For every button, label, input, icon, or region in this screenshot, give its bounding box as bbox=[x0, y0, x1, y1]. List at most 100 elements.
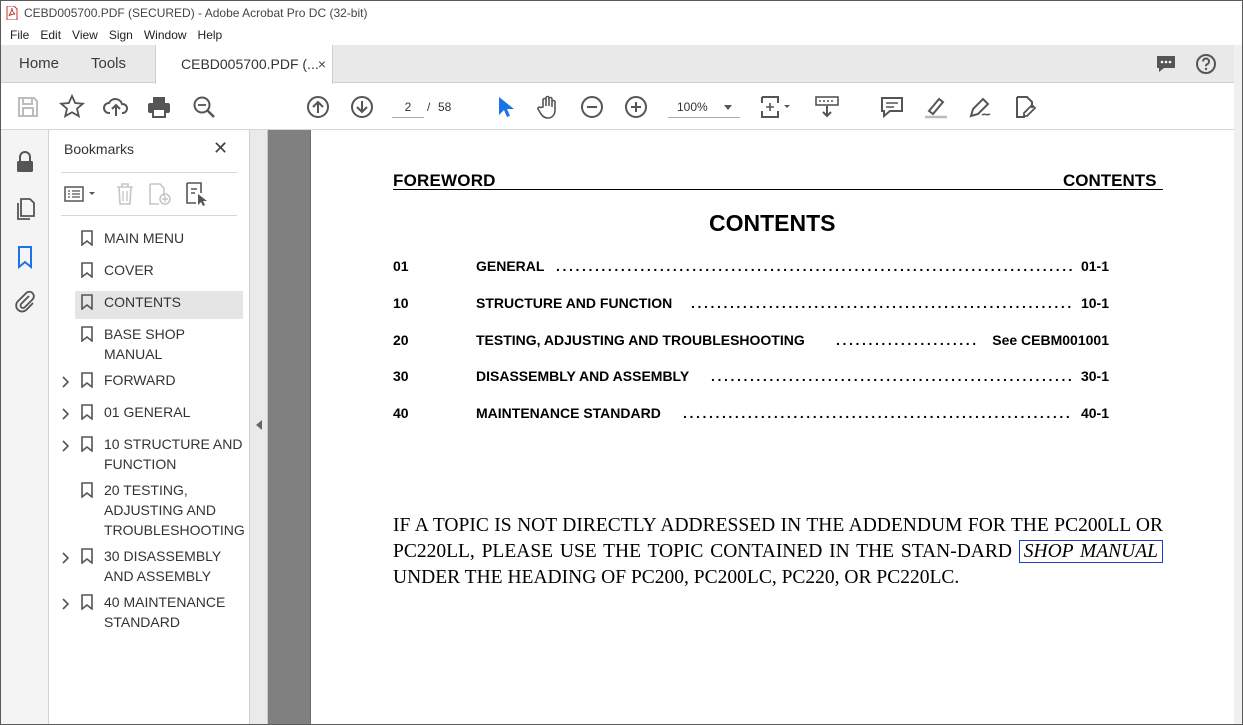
menu-window[interactable]: Window bbox=[144, 28, 187, 42]
find-bookmark-icon[interactable] bbox=[184, 181, 210, 212]
toc-number: 10 bbox=[393, 295, 409, 311]
new-bookmark-icon[interactable] bbox=[147, 182, 173, 211]
chevron-down-icon bbox=[724, 105, 732, 110]
tab-document[interactable]: CEBD005700.PDF (... × bbox=[155, 45, 333, 84]
help-icon[interactable] bbox=[1195, 53, 1217, 75]
toc-leader: ........................................… bbox=[683, 405, 1073, 421]
bookmark-label: 40 MAINTENANCE STANDARD bbox=[104, 594, 226, 630]
scrolling-mode-icon[interactable] bbox=[814, 94, 840, 120]
toc-page: 40-1 bbox=[1080, 405, 1109, 421]
toc-row[interactable]: 10 STRUCTURE AND FUNCTION ..............… bbox=[393, 295, 1109, 315]
bookmark-label: FORWARD bbox=[104, 372, 176, 388]
close-panel-icon[interactable]: ✕ bbox=[213, 138, 228, 159]
menu-edit[interactable]: Edit bbox=[40, 28, 61, 42]
menu-view[interactable]: View bbox=[72, 28, 98, 42]
toc-title: STRUCTURE AND FUNCTION bbox=[476, 295, 673, 311]
fit-page-icon[interactable] bbox=[759, 94, 795, 120]
menu-help[interactable]: Help bbox=[198, 28, 223, 42]
zoom-in-icon[interactable] bbox=[623, 94, 649, 120]
bookmark-icon bbox=[81, 482, 93, 499]
bookmark-label: 20 TESTING, ADJUSTING AND TROUBLESHOOTIN… bbox=[104, 482, 245, 538]
menu-file[interactable]: File bbox=[10, 28, 29, 42]
bookmark-icon bbox=[81, 372, 93, 389]
toc-number: 20 bbox=[393, 332, 409, 348]
zoom-search-icon[interactable] bbox=[191, 94, 217, 120]
tab-home[interactable]: Home bbox=[19, 45, 59, 83]
attachment-icon[interactable] bbox=[13, 290, 37, 314]
document-background bbox=[268, 130, 310, 724]
menu-sign[interactable]: Sign bbox=[109, 28, 133, 42]
chevron-right-icon[interactable] bbox=[61, 597, 71, 610]
toc-page: 10-1 bbox=[1080, 295, 1109, 311]
page-header-left: FOREWORD bbox=[393, 171, 496, 190]
highlighter-icon[interactable] bbox=[923, 94, 949, 120]
collapse-panel-icon[interactable] bbox=[256, 420, 262, 430]
comment-bubble-icon[interactable] bbox=[1155, 53, 1177, 75]
page-header-right: CONTENTS bbox=[1063, 171, 1157, 190]
add-comment-icon[interactable] bbox=[879, 94, 905, 120]
bookmark-icon bbox=[81, 594, 93, 611]
left-navigation-rail bbox=[1, 130, 49, 724]
window-title: CEBD005700.PDF (SECURED) - Adobe Acrobat… bbox=[24, 6, 368, 20]
toc-page: 30-1 bbox=[1080, 368, 1109, 384]
pdf-page: FOREWORD CONTENTS CONTENTS 01 GENERAL ..… bbox=[310, 130, 1242, 724]
chevron-right-icon[interactable] bbox=[61, 375, 71, 388]
toc-row[interactable]: 01 GENERAL .............................… bbox=[393, 258, 1109, 278]
right-edge-scrollbar[interactable] bbox=[1234, 45, 1242, 724]
options-menu-icon[interactable] bbox=[64, 184, 98, 209]
bookmark-icon bbox=[81, 436, 93, 453]
bookmark-icon bbox=[81, 404, 93, 421]
acrobat-window: CEBD005700.PDF (SECURED) - Adobe Acrobat… bbox=[0, 0, 1243, 725]
lock-icon[interactable] bbox=[13, 150, 37, 174]
toc-leader: ........................................… bbox=[556, 258, 1073, 274]
bookmark-label: BASE SHOP MANUAL bbox=[104, 326, 185, 362]
draw-pen-icon[interactable] bbox=[967, 94, 993, 120]
star-icon[interactable] bbox=[59, 93, 85, 120]
hand-tool-icon[interactable] bbox=[535, 94, 561, 120]
page-number-input[interactable]: 2 bbox=[392, 96, 424, 118]
zoom-level-value: 100% bbox=[677, 100, 708, 114]
chevron-right-icon[interactable] bbox=[61, 439, 71, 452]
toc-row[interactable]: 40 MAINTENANCE STANDARD ................… bbox=[393, 405, 1109, 425]
cloud-upload-icon[interactable] bbox=[103, 94, 129, 120]
bookmark-label: 30 DISASSEMBLY AND ASSEMBLY bbox=[104, 548, 221, 584]
page-separator: / bbox=[427, 100, 431, 114]
bookmark-panel-icon[interactable] bbox=[13, 245, 37, 270]
panel-splitter[interactable] bbox=[250, 130, 268, 724]
toc-title: GENERAL bbox=[476, 258, 545, 274]
main-toolbar: 2 / 58 100% bbox=[1, 84, 1242, 130]
toc-title: MAINTENANCE STANDARD bbox=[476, 405, 661, 421]
shop-manual-link[interactable]: SHOP MANUAL bbox=[1018, 540, 1163, 563]
toc-row[interactable]: 20 TESTING, ADJUSTING AND TROUBLESHOOTIN… bbox=[393, 332, 1109, 352]
zoom-level-select[interactable]: 100% bbox=[668, 96, 740, 118]
select-cursor-icon[interactable] bbox=[492, 94, 518, 120]
zoom-out-icon[interactable] bbox=[579, 94, 605, 120]
bookmark-icon bbox=[81, 230, 93, 247]
print-icon[interactable] bbox=[146, 94, 172, 120]
toc-title: DISASSEMBLY AND ASSEMBLY bbox=[476, 368, 690, 384]
notice-paragraph: IF A TOPIC IS NOT DIRECTLY ADDRESSED IN … bbox=[393, 513, 1163, 591]
toc-leader: ........................................… bbox=[836, 332, 978, 348]
bookmarks-panel-title: Bookmarks bbox=[64, 141, 135, 157]
save-icon[interactable] bbox=[15, 94, 41, 120]
toc-number: 40 bbox=[393, 405, 409, 421]
close-tab-icon[interactable]: × bbox=[318, 45, 326, 83]
bookmark-icon bbox=[81, 294, 93, 311]
acrobat-app-icon bbox=[6, 5, 18, 21]
page-thumbnails-icon[interactable] bbox=[13, 197, 37, 221]
previous-page-icon[interactable] bbox=[305, 94, 331, 120]
bookmark-label: 10 STRUCTURE AND FUNCTION bbox=[104, 436, 243, 472]
delete-bookmark-icon[interactable] bbox=[114, 182, 136, 211]
chevron-right-icon[interactable] bbox=[61, 551, 71, 564]
bookmark-icon bbox=[81, 262, 93, 279]
fill-sign-icon[interactable] bbox=[1011, 94, 1037, 120]
menu-bar: File Edit View Sign Window Help bbox=[1, 25, 1242, 45]
bookmarks-panel: Bookmarks ✕ MAIN MENU COVER CONTENTS BAS… bbox=[49, 130, 250, 724]
notice-text-after: UNDER THE HEADING OF PC200, PC200LC, PC2… bbox=[393, 567, 960, 588]
tab-tools[interactable]: Tools bbox=[91, 45, 126, 83]
next-page-icon[interactable] bbox=[349, 94, 375, 120]
header-rule bbox=[393, 189, 1163, 190]
tab-document-label: CEBD005700.PDF (... bbox=[181, 56, 319, 72]
toc-row[interactable]: 30 DISASSEMBLY AND ASSEMBLY ............… bbox=[393, 368, 1109, 388]
chevron-right-icon[interactable] bbox=[61, 407, 71, 420]
